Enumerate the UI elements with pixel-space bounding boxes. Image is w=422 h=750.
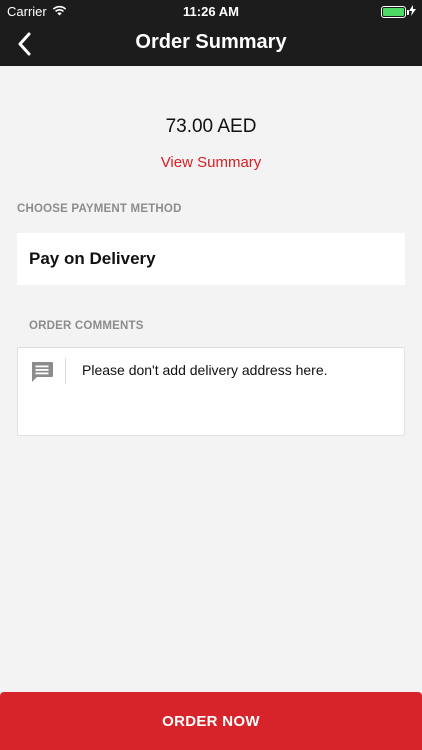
status-right [381, 5, 416, 19]
view-summary-link[interactable]: View Summary [0, 154, 422, 171]
header: Carrier 11:26 AM Order Summary [0, 0, 422, 66]
order-comments-input[interactable]: Please don't add delivery address here. [17, 347, 405, 436]
comment-placeholder: Please don't add delivery address here. [82, 362, 328, 378]
order-total-amount: 73.00 AED [165, 116, 257, 137]
payment-method-option[interactable]: Pay on Delivery [17, 233, 405, 285]
page-title: Order Summary [135, 31, 287, 53]
battery-icon [381, 6, 409, 18]
order-now-button[interactable]: ORDER NOW [0, 692, 422, 750]
order-summary-screen: Carrier 11:26 AM Order Summary 73.00 AED… [0, 0, 422, 750]
status-bar: Carrier 11:26 AM [0, 0, 422, 22]
nav-bar: Order Summary [0, 22, 422, 66]
order-comments-heading: ORDER COMMENTS [29, 320, 144, 332]
battery-cap [407, 10, 409, 15]
comment-icon [30, 361, 54, 383]
status-time: 11:26 AM [183, 4, 239, 19]
payment-method-heading: CHOOSE PAYMENT METHOD [17, 203, 182, 215]
comment-divider [65, 358, 66, 384]
payment-method-label: Pay on Delivery [29, 249, 156, 268]
charging-bolt-icon [409, 5, 416, 19]
battery-fill [383, 8, 404, 16]
